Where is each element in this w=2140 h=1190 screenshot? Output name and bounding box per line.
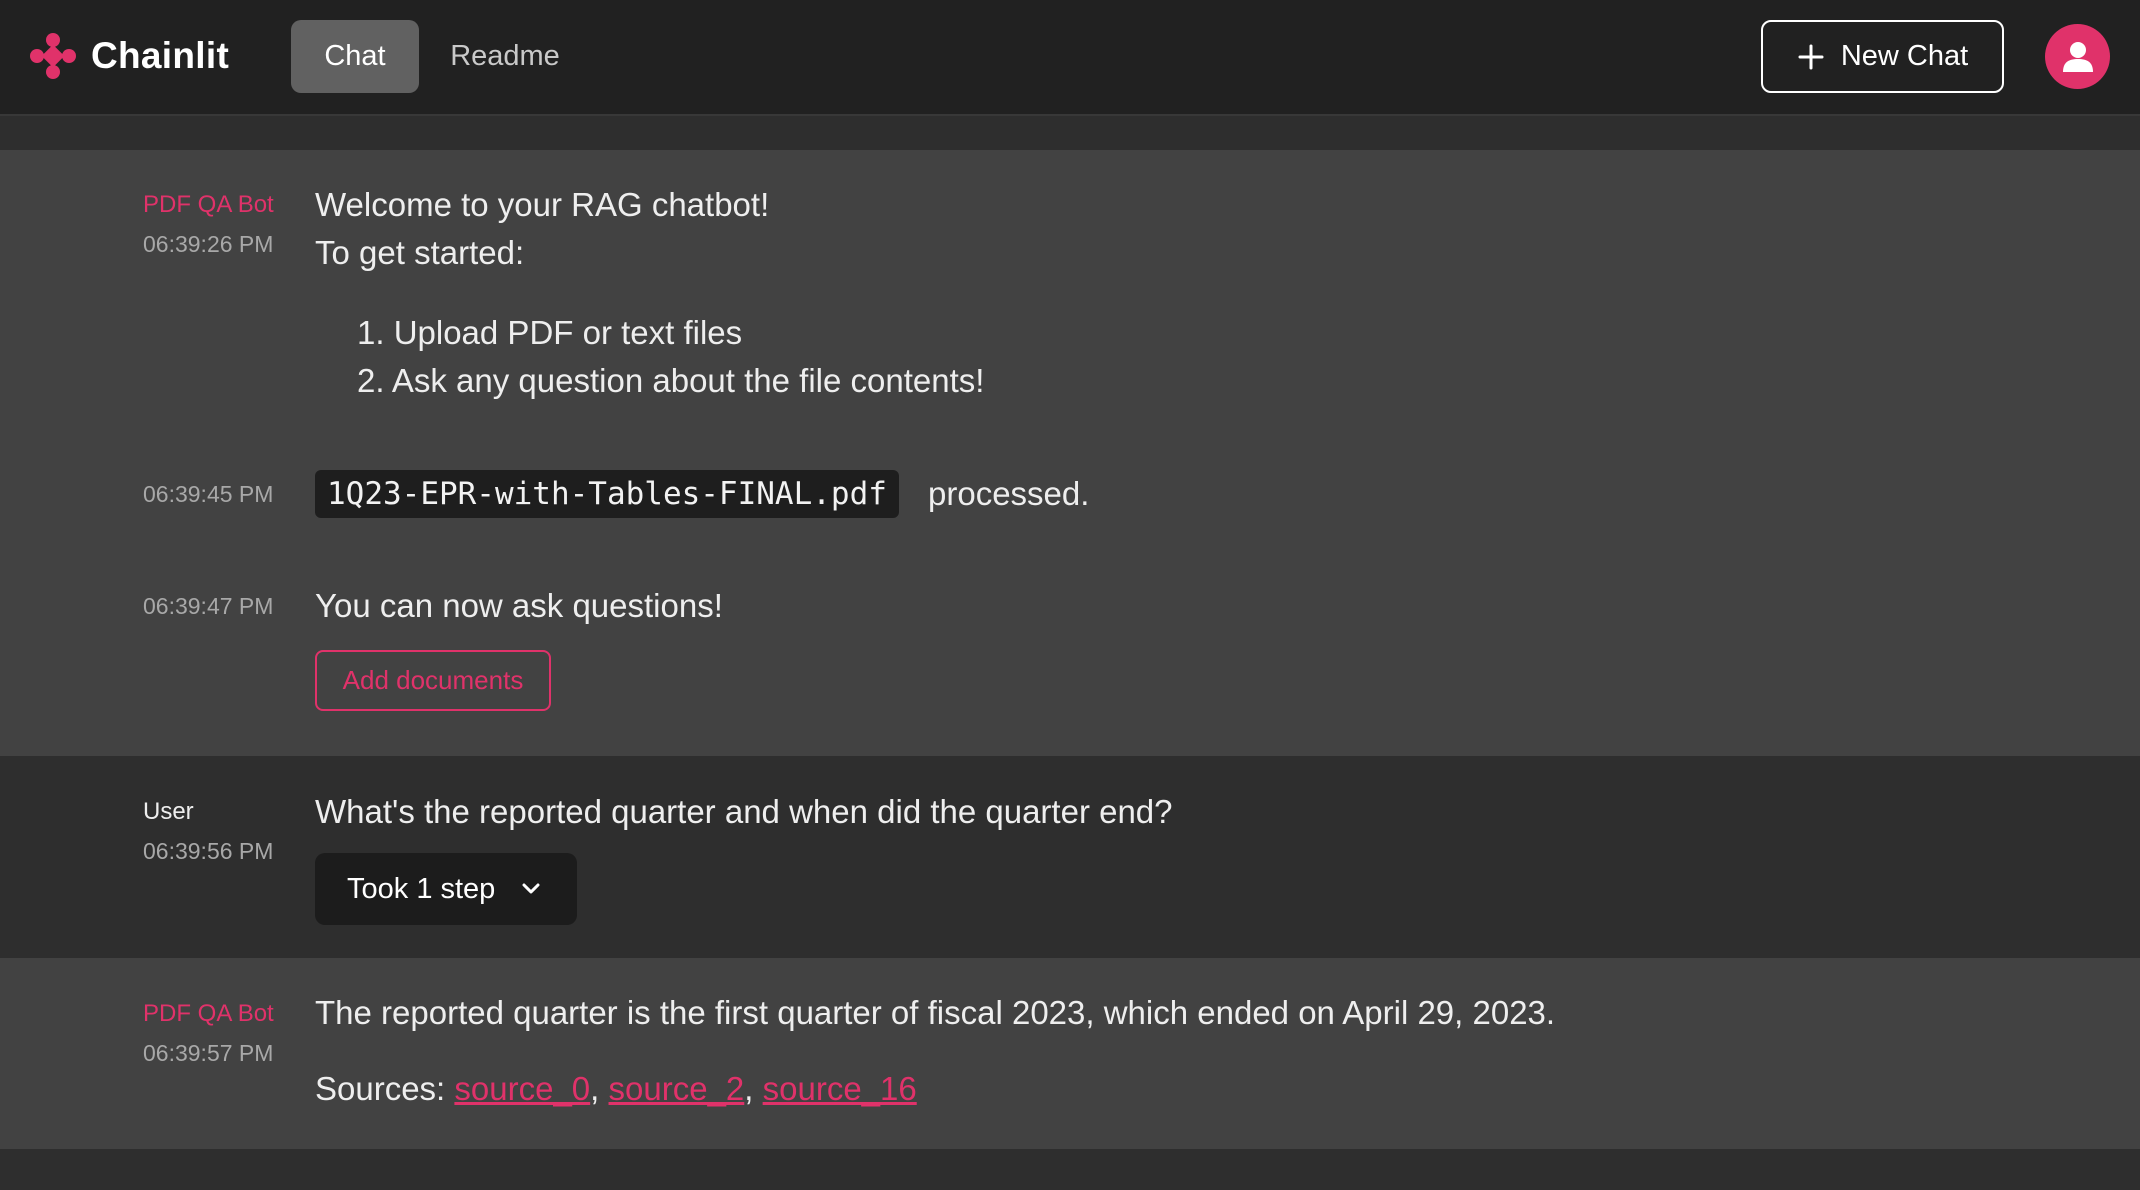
message-author: User: [143, 798, 194, 825]
steps-toggle-button[interactable]: Took 1 step: [315, 853, 577, 925]
list-item: 1. Upload PDF or text files: [357, 314, 743, 351]
list-item: 2. Ask any question about the file conte…: [357, 362, 985, 399]
user-icon: [2062, 41, 2093, 72]
new-chat-button[interactable]: New Chat: [1761, 20, 2004, 93]
top-header: Chainlit Chat Readme New Chat: [0, 0, 2140, 116]
message-time: 06:39:57 PM: [143, 1040, 274, 1066]
source-link[interactable]: source_0: [454, 1070, 590, 1107]
message-text: The reported quarter is the first quarte…: [315, 994, 1556, 1031]
message-text: You can now ask questions!: [315, 587, 723, 624]
plus-icon: [1798, 44, 1824, 69]
new-chat-label: New Chat: [1840, 40, 1969, 72]
message-time: 06:39:47 PM: [143, 593, 274, 619]
sources-line: Sources: source_0, source_2, source_16: [315, 1070, 917, 1107]
message-time: 06:39:26 PM: [143, 231, 274, 257]
chainlit-logo-icon: [30, 33, 76, 79]
message-time: 06:39:45 PM: [143, 481, 274, 507]
message-text: To get started:: [315, 234, 525, 271]
app-logo[interactable]: Chainlit: [27, 28, 229, 84]
message-text: What's the reported quarter and when did…: [315, 793, 1173, 830]
file-name-code: 1Q23-EPR-with-Tables-FINAL.pdf: [315, 470, 899, 518]
message-time: 06:39:56 PM: [143, 838, 274, 864]
message-text: processed.: [928, 475, 1090, 512]
bot-message: [0, 958, 2140, 1149]
tab-readme[interactable]: Readme: [430, 20, 580, 93]
message-author: PDF QA Bot: [143, 191, 274, 218]
source-link[interactable]: source_16: [763, 1070, 917, 1107]
app-name: Chainlit: [91, 35, 230, 76]
source-link[interactable]: source_2: [609, 1070, 745, 1107]
chevron-down-icon: [522, 883, 540, 894]
message-author: PDF QA Bot: [143, 1000, 274, 1027]
sources-label: Sources:: [315, 1070, 455, 1107]
message-text: Welcome to your RAG chatbot!: [315, 186, 770, 223]
user-avatar-button[interactable]: [2045, 24, 2110, 89]
steps-label: Took 1 step: [347, 872, 496, 905]
add-documents-button[interactable]: Add documents: [315, 650, 551, 711]
tab-chat[interactable]: Chat: [291, 20, 419, 93]
